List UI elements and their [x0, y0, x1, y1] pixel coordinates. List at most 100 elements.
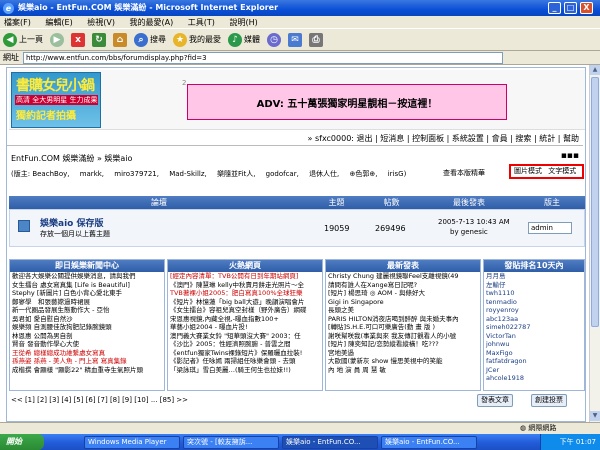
moderator-link[interactable]: miro379721, [114, 170, 159, 178]
list-item[interactable]: 王從希 總樣總成功維繫處女寫真 [10, 349, 164, 358]
ad-banner[interactable]: 2 ADV: 五十萬張獨家明星靚相－按這裡！ [182, 79, 507, 120]
forum-name-link[interactable]: 娛樂aio 保存版 [40, 216, 103, 229]
scrollbar-thumb[interactable] [591, 77, 599, 327]
pagination[interactable]: << [1] [2] [3] [4] [5] [6] [7] [8] [9] [… [11, 396, 188, 404]
list-item[interactable]: 《沙比》2005：性經濟照腕腑 - 普雲之間 [168, 340, 322, 349]
list-item[interactable]: 歡迎各大娛樂公關提供娛樂消息，請與我們 [10, 272, 164, 281]
list-item[interactable]: [經定內容清單：TVB公開有日到年期站網頁] [168, 272, 322, 281]
list-item[interactable]: 《影記者》任咏嫣 兩掃組任咏樂會頭 - 去頭 [168, 357, 322, 366]
list-item[interactable]: Gigi in Singapore [326, 298, 480, 307]
last-post-author[interactable]: by genesic [450, 228, 488, 236]
address-input[interactable]: http://www.entfun.com/bbs/forumdisplay.p… [23, 51, 503, 64]
last-post-date[interactable]: 2005-7-13 10:43 AM [438, 218, 510, 226]
list-item[interactable]: Christy Chung 建麗視鏡聯Feel支離視鏡(49 [326, 272, 480, 281]
list-item[interactable]: 孫燕姿 孫燕 - 美人魚 - 門上寫 寫真集錄 [10, 357, 164, 366]
moderator-link[interactable]: godofcar, [266, 170, 299, 178]
list-item[interactable]: 賢音 發音動作學心大使 [10, 340, 164, 349]
list-item[interactable]: 長頭之美 [326, 306, 480, 315]
view-mods-link[interactable]: 查看本版精華 [443, 168, 485, 178]
back-button[interactable]: ◀ 上一頁 [3, 31, 43, 49]
history-button[interactable]: ◷ [267, 31, 281, 49]
home-button[interactable]: ⌂ [113, 31, 127, 49]
rank-user[interactable]: abc123aa [486, 315, 518, 323]
list-item[interactable]: 娛樂頻 自測腰佳放狗肥記錄腕鏡頭 [10, 323, 164, 332]
taskbar-item[interactable]: Windows Media Player [84, 435, 180, 449]
moderator-select[interactable]: admin [528, 222, 572, 234]
list-item[interactable]: 內 地 演 員 周 慧 敏 [326, 366, 480, 375]
vertical-scrollbar[interactable]: ▲ ▼ [589, 65, 600, 422]
forward-button[interactable]: ▶ [50, 31, 64, 49]
menu-help[interactable]: 說明(H) [229, 18, 257, 27]
rank-user[interactable]: johnwu [486, 340, 509, 348]
close-button[interactable]: X [580, 2, 593, 14]
moderator-link[interactable]: ⊕色郭⊕, [350, 170, 378, 178]
breadcrumb[interactable]: EntFun.COM 娛樂滿紛 » 娛樂aio [11, 153, 132, 164]
list-item[interactable]: 宮地美過 [326, 349, 480, 358]
maximize-button[interactable]: □ [564, 2, 577, 14]
refresh-button[interactable]: ↻ [92, 31, 106, 49]
menu-file[interactable]: 檔案(F) [4, 18, 31, 27]
list-item[interactable]: [短片] 楊思琦 ◎ AOM - 與條好大 [326, 289, 480, 298]
minimize-button[interactable]: _ [548, 2, 561, 14]
list-item[interactable]: [轉貼]S.H.E.可口可樂廣告(動 畫 版 ) [326, 323, 480, 332]
media-button[interactable]: ♪ 媒體 [228, 31, 260, 49]
rank-user[interactable]: twh1110 [486, 289, 515, 297]
moderator-link[interactable]: irisG) [388, 170, 407, 178]
moderator-link[interactable]: markk, [80, 170, 104, 178]
moderator-link[interactable]: 退休人仕, [309, 170, 339, 178]
rank-user[interactable]: MaxFigo [486, 349, 513, 357]
rank-user[interactable]: fatfatdragon [486, 357, 527, 365]
start-button[interactable]: 開始 [0, 434, 44, 450]
more-icon[interactable]: ▪▪▪ [561, 151, 579, 161]
menu-view[interactable]: 檢視(V) [87, 18, 115, 27]
list-item[interactable]: 宋恩惠視鏡,內藏全視,-曝血指數100+ [168, 315, 322, 324]
list-item[interactable]: 女生擂台 處女寫真集 [Life is Beautiful] [10, 281, 164, 290]
moderator-link[interactable]: Mad-Skillz, [169, 170, 207, 178]
list-item[interactable]: 《entfun獨家Twins裸錄短片》保羅曬血拉裝! [168, 349, 322, 358]
list-item[interactable]: 吳君如 愛自慰自然沙 [10, 315, 164, 324]
list-item[interactable]: 謝咲幫咲我(事業與來 我友傳訂觀看人的小號 [326, 332, 480, 341]
rank-user[interactable]: simeh022787 [486, 323, 530, 331]
rank-user[interactable]: tenmadio [486, 298, 517, 306]
list-item[interactable]: 請問有誰人在Xange寫日記呢? [326, 281, 480, 290]
user-nav-bar[interactable]: » sfxc0000: 退出 | 短消息 | 控制面板 | 系統設置 | 會員 … [7, 132, 583, 146]
search-button[interactable]: ⌕ 搜尋 [134, 31, 166, 49]
list-item[interactable]: PARIS HILTON消夜店喝到醉醉 與未婚夫事內 [326, 315, 480, 324]
menu-tools[interactable]: 工具(T) [188, 18, 215, 27]
rank-user[interactable]: ahcole1918 [486, 374, 524, 382]
pic-mode-link[interactable]: 圖片模式 [514, 167, 542, 175]
rank-user[interactable]: JCer [486, 366, 499, 374]
moderator-link[interactable]: BeachBoy, [32, 170, 69, 178]
list-item[interactable]: 鄭寥學 和張藝嫦過時裙展 [10, 298, 164, 307]
text-mode-link[interactable]: 文字模式 [548, 167, 576, 175]
list-item[interactable]: 新一代圈品發展生態動作大 - 亞怡 [10, 306, 164, 315]
new-post-button[interactable]: 發表文章 [477, 394, 513, 407]
taskbar-item[interactable]: 突次號 - [較友擁訴... [183, 435, 279, 449]
scroll-up-icon[interactable]: ▲ [590, 65, 600, 75]
rank-user[interactable]: 左輸仔 [486, 281, 506, 289]
list-item[interactable]: 林恩惠 公開為男自剖 [10, 332, 164, 341]
favorites-button[interactable]: ★ 我的最愛 [173, 31, 221, 49]
list-item[interactable]: 《澳門》陳慧琳 kelly中秋賣月餅走光照片～全 [168, 281, 322, 290]
new-poll-button[interactable]: 創建投票 [531, 394, 567, 407]
list-item[interactable]: 華藝小姐2004 - 曝血片投! [168, 323, 322, 332]
menu-favorites[interactable]: 我的最愛(A) [130, 18, 174, 27]
taskbar-item[interactable]: 娛樂aio - EntFun.CO... [381, 435, 477, 449]
list-item[interactable]: 《短片》林憶蓮「big ball大遊」晚韻演唱會片 [168, 298, 322, 307]
rank-user[interactable]: 月月島 [486, 272, 506, 280]
list-item[interactable]: 澳門義大賽業女鈴 "短華頭沒大賽" 2003：任 [168, 332, 322, 341]
list-item[interactable]: 《女生擂台》容祖兒真空封樣（野外廣告）網碟 [168, 306, 322, 315]
rank-user[interactable]: royyenroy [486, 306, 519, 314]
list-item[interactable]: [短片] 陳奕知記/恋勢縱看縱橫！吃??? [326, 340, 480, 349]
mail-button[interactable]: ✉ [288, 31, 302, 49]
moderator-link[interactable]: 樂隨並Fit人, [217, 170, 255, 178]
list-item[interactable]: 「梁詠琪」雪白美麗…(騎王何生也拉妹!!) [168, 366, 322, 375]
taskbar-item[interactable]: 娛樂aio - EntFun.CO... [282, 435, 378, 449]
list-item[interactable]: TVB著裸小姐2005：肥白寫真100%全球狂樂 [168, 289, 322, 298]
site-logo[interactable]: 書購女兒小鍋 高清 全大男明星 生力成果 獨約記者拍攝 [11, 72, 101, 128]
list-item[interactable]: Stephy [新圖片] 白色小背心愛北東手 [10, 289, 164, 298]
rank-user[interactable]: VictorTan [486, 332, 516, 340]
scroll-down-icon[interactable]: ▼ [590, 411, 600, 421]
list-item[interactable]: 大歐國(蒙新灰 show 慢思美視中的笑能 [326, 357, 480, 366]
stop-button[interactable]: x [71, 31, 85, 49]
